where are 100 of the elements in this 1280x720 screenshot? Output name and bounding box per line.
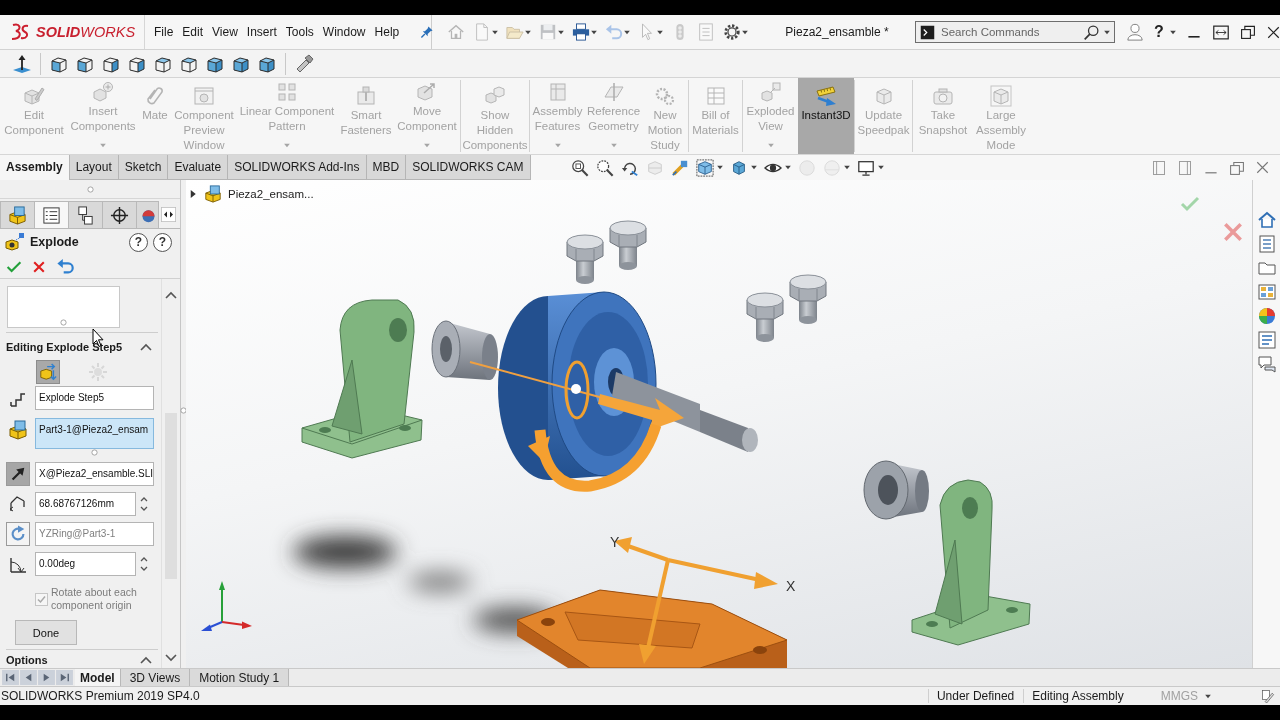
zoom-fit-icon[interactable] [570,158,589,177]
command-button[interactable]: Instant3D [798,78,854,154]
normal-to-icon[interactable] [12,53,32,74]
menu-item[interactable]: Insert [246,25,277,39]
property-list-icon[interactable] [42,205,61,225]
tab[interactable]: Evaluate [167,155,229,180]
chevron-up-icon[interactable] [140,343,152,351]
monitor-icon[interactable] [856,158,875,177]
pin-icon[interactable] [420,25,435,39]
menu-item[interactable]: Help [374,25,400,39]
view-palette-icon[interactable] [1256,282,1277,302]
tab[interactable]: Sketch [117,155,169,180]
list-field[interactable] [7,286,120,328]
grip-handle-icon[interactable] [60,319,67,326]
menu-item[interactable]: Tools [285,25,314,39]
fit-window-icon[interactable] [1211,23,1230,41]
tile-left-icon[interactable] [1151,159,1167,176]
undo-icon[interactable] [56,257,75,276]
hex-bolt [789,274,827,324]
screw-icon[interactable] [294,53,314,74]
tab[interactable]: SOLIDWORKS Add-Ins [227,155,367,180]
caret-icon[interactable] [1169,29,1176,35]
ruler-arrow-icon[interactable] [815,85,837,107]
caret-icon[interactable] [750,165,757,170]
document-icon[interactable] [1256,234,1277,254]
help-button[interactable]: ? [129,232,148,252]
tab[interactable]: Layout [68,155,119,180]
help-button[interactable]: ? [153,232,172,252]
chevron-up-icon[interactable] [164,291,177,299]
status-text: Under Defined [927,689,1024,703]
sphere-icon[interactable] [141,207,156,223]
tree-item[interactable]: Pieza2_ensam... [228,188,314,200]
close-icon[interactable] [1265,24,1280,40]
number-field[interactable]: 0.00deg [35,552,136,576]
chevron-down-icon[interactable] [164,654,177,662]
properties-icon[interactable] [1256,330,1277,350]
selection-field[interactable]: X@Pieza2_ensamble.SLI [35,462,154,486]
view-orientation-icon[interactable] [695,158,714,177]
menu-item[interactable]: Window [322,25,366,39]
menu-item[interactable]: File [154,25,174,39]
logo-text: SOLIDWORKS [36,24,136,40]
caret-icon[interactable] [591,29,597,35]
search-field[interactable]: Search Commands [915,21,1115,43]
text-field[interactable]: Explode Step5 [35,386,154,410]
zoom-area-icon[interactable] [595,158,614,177]
grip-handle-icon[interactable] [86,185,94,193]
distance-icon [8,494,28,514]
appearance-icon[interactable] [1256,306,1277,326]
next-icon[interactable] [38,670,55,685]
help-button[interactable]: ? [1154,23,1176,41]
grip-handle-icon[interactable] [180,407,187,414]
expand-arrow-icon[interactable] [188,189,198,199]
status-text: Editing Assembly [1023,689,1133,703]
menu-item[interactable]: Edit [182,25,204,39]
tab[interactable]: Model [75,669,121,686]
user-icon[interactable] [1126,22,1144,42]
number-field[interactable]: 68.68767126mm [35,492,136,516]
checkbox-label: Rotate about each component origin [51,586,138,612]
caret-icon[interactable] [877,165,884,170]
feature-tree-icon[interactable] [8,205,27,225]
restore-icon[interactable] [1239,24,1256,40]
status-text: SOLIDWORKS Premium 2019 SP4.0 [0,689,200,703]
logo-mark-icon [9,22,31,42]
done-button[interactable]: Done [15,620,77,645]
caret-icon[interactable] [716,165,723,170]
tab[interactable]: SOLIDWORKS CAM [405,155,531,180]
hex-bolt [746,292,784,342]
configuration-icon[interactable] [76,205,95,225]
previous-icon[interactable] [20,670,37,685]
pencil-icon[interactable] [1261,689,1275,703]
chevron-up-icon[interactable] [140,656,152,664]
step-mode-icon[interactable] [36,360,60,384]
annotation-view-icon[interactable] [670,158,689,177]
tab[interactable]: Motion Study 1 [190,669,290,686]
tab[interactable]: 3D Views [120,669,191,686]
hex-bolt [609,220,647,270]
tab[interactable] [68,201,103,228]
first-page-icon[interactable] [2,670,19,685]
caret-icon[interactable] [742,29,748,35]
tab[interactable] [34,201,69,228]
print-icon[interactable] [572,23,590,41]
crosshair-icon[interactable] [110,205,129,225]
grip-handle-icon[interactable] [91,449,98,456]
tab[interactable]: MBD [365,155,407,180]
caret-icon[interactable] [1104,30,1110,35]
selection-list-field[interactable]: Part3-1@Pieza2_ensam [35,418,154,449]
chat-icon[interactable] [1256,354,1277,374]
last-page-icon[interactable] [56,670,73,685]
check-icon[interactable] [1179,194,1201,214]
scroll-arrows-icon[interactable] [161,207,176,222]
caret-icon[interactable] [1205,693,1211,699]
hex-bolt [566,234,604,284]
caret-icon[interactable] [784,165,791,170]
gear-icon[interactable] [723,23,741,41]
menu-item[interactable]: View [212,25,238,39]
tile-right-icon[interactable] [1177,159,1193,176]
home-icon[interactable] [1256,210,1277,230]
tab[interactable] [102,201,137,228]
search-icon[interactable] [1083,24,1100,41]
scrollbar[interactable] [161,279,179,668]
